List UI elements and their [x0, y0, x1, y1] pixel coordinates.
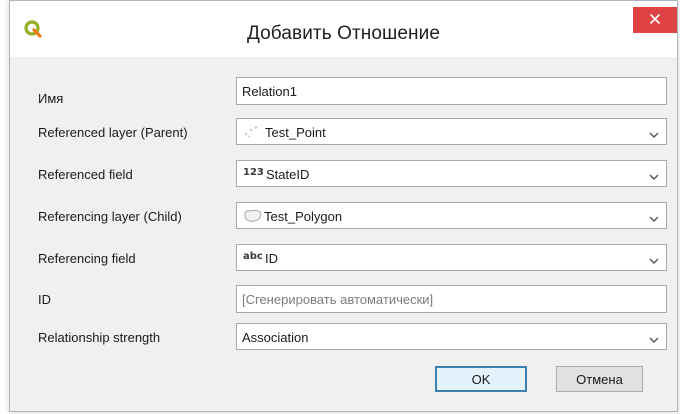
referencing-layer-label: Referencing layer (Child) [38, 209, 182, 224]
name-input[interactable]: Relation1 [236, 77, 667, 105]
referenced-field-label: Referenced field [38, 167, 133, 182]
close-button[interactable] [633, 7, 677, 33]
referenced-layer-label: Referenced layer (Parent) [38, 125, 188, 140]
referenced-layer-combo[interactable]: Test_Point [236, 118, 667, 145]
dialog-content: Имя Relation1 Referenced layer (Parent) … [10, 57, 677, 411]
polygon-layer-icon [243, 209, 263, 226]
chevron-down-icon [649, 211, 659, 222]
add-relation-dialog: Добавить Отношение Имя Relation1 Referen… [9, 0, 678, 412]
close-icon [649, 13, 661, 28]
chevron-down-icon [649, 127, 659, 138]
relationship-strength-value: Association [242, 330, 309, 345]
referencing-layer-combo[interactable]: Test_Polygon [236, 202, 667, 229]
name-label: Имя [38, 91, 64, 106]
title-bar: Добавить Отношение [10, 1, 677, 57]
chevron-down-icon [649, 169, 659, 180]
integer-type-icon: 123 [243, 167, 264, 178]
id-placeholder: [Сгенерировать автоматически] [242, 292, 434, 307]
relationship-strength-label: Relationship strength [38, 330, 161, 345]
name-value: Relation1 [242, 84, 297, 99]
point-layer-icon [243, 126, 261, 141]
referenced-layer-value: Test_Point [265, 125, 326, 140]
chevron-down-icon [649, 253, 659, 264]
relationship-strength-combo[interactable]: Association [236, 323, 667, 350]
referencing-field-label: Referencing field [38, 251, 136, 266]
referencing-field-combo[interactable]: abc ID [236, 244, 667, 271]
cancel-button[interactable]: Отмена [556, 366, 643, 392]
dialog-title: Добавить Отношение [246, 23, 441, 44]
id-input[interactable]: [Сгенерировать автоматически] [236, 285, 667, 313]
referenced-field-value: StateID [266, 167, 310, 182]
referencing-field-value: ID [265, 251, 278, 266]
referenced-field-combo[interactable]: 123 StateID [236, 160, 667, 187]
string-type-icon: abc [243, 251, 263, 262]
referencing-layer-value: Test_Polygon [264, 209, 343, 224]
ok-button[interactable]: OK [435, 366, 527, 392]
chevron-down-icon [649, 332, 659, 343]
id-label: ID [38, 292, 51, 307]
